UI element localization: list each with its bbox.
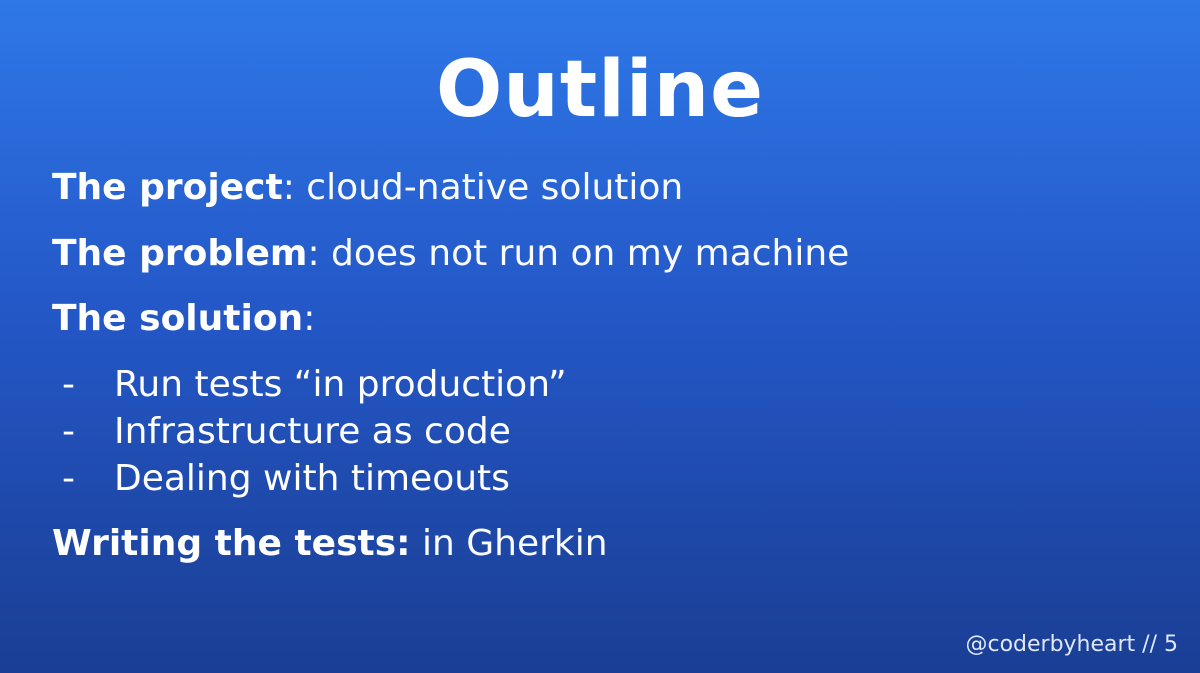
project-separator: : [282,167,295,208]
bullet-dash: - [62,411,75,452]
solution-label: The solution [52,298,304,339]
bullet-text: Infrastructure as code [114,411,511,452]
bullet-dash: - [62,458,75,499]
bullet-text: Dealing with timeouts [114,458,510,499]
solution-line: The solution: [52,297,315,341]
bullet-dash: - [62,364,75,405]
writing-tests-text: in Gherkin [410,523,608,564]
slide: Outline The project: cloud-native soluti… [0,0,1200,673]
solution-bullet-list: - Run tests “in production” - Infrastruc… [62,361,567,502]
writing-tests-label: Writing the tests: [52,523,411,564]
project-line: The project: cloud-native solution [52,166,683,210]
problem-line: The problem: does not run on my machine [52,232,849,276]
bullet-text: Run tests “in production” [114,364,567,405]
solution-separator: : [303,298,316,339]
problem-separator: : [307,233,320,274]
list-item: - Run tests “in production” [62,361,567,408]
problem-text: does not run on my machine [319,233,850,274]
slide-footer: @coderbyheart // 5 [965,632,1178,657]
slide-title: Outline [435,45,765,135]
project-label: The project [52,167,283,208]
list-item: - Dealing with timeouts [62,455,567,502]
list-item: - Infrastructure as code [62,408,567,455]
project-text: cloud-native solution [294,167,684,208]
writing-tests-line: Writing the tests: in Gherkin [52,522,608,566]
problem-label: The problem [52,233,308,274]
